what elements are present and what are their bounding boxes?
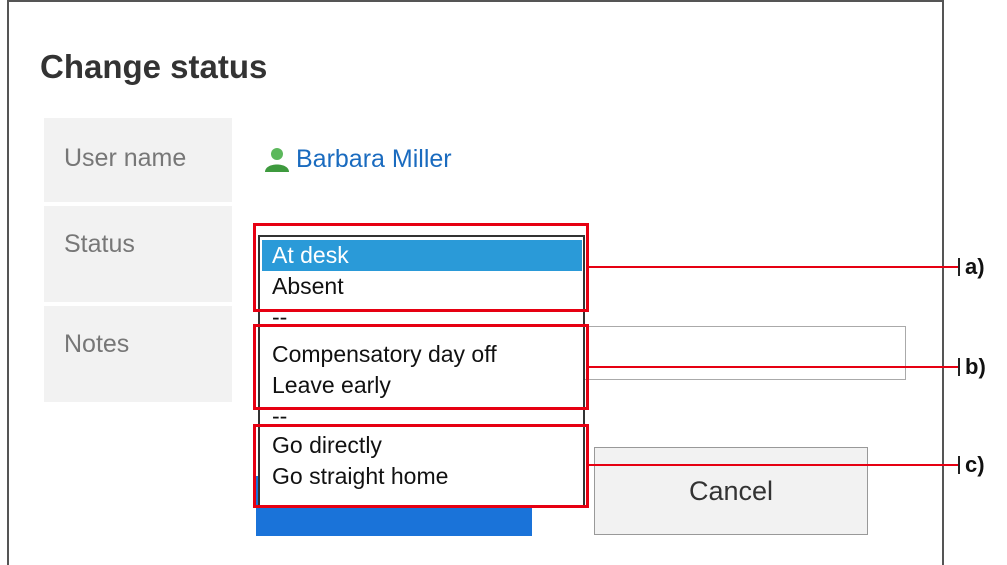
callout-label-c: c): [965, 452, 985, 477]
status-option-go-directly[interactable]: Go directly: [262, 430, 582, 461]
status-dropdown-list[interactable]: At desk Absent -- Compensatory day off L…: [258, 235, 585, 507]
notes-label-cell: Notes: [44, 306, 232, 402]
user-icon: [265, 148, 289, 172]
callout-label-a: a): [965, 254, 985, 279]
status-option-at-desk[interactable]: At desk: [262, 240, 582, 271]
user-name-label-cell: User name: [44, 118, 232, 202]
status-option-separator: --: [272, 403, 288, 429]
callout-tick-c: [958, 456, 960, 474]
callout-tick-a: [958, 258, 960, 276]
status-label-cell: Status: [44, 206, 232, 302]
callout-line-c: [589, 464, 959, 466]
user-name-value: Barbara Miller: [262, 144, 452, 174]
notes-label: Notes: [64, 330, 130, 358]
notes-input[interactable]: [566, 326, 906, 380]
callout-label-b: b): [965, 354, 986, 379]
status-option-leave-early[interactable]: Leave early: [262, 370, 582, 401]
user-name-link[interactable]: Barbara Miller: [296, 145, 452, 174]
status-option-go-straight-home[interactable]: Go straight home: [262, 461, 582, 492]
callout-line-b: [589, 366, 959, 368]
status-option-absent[interactable]: Absent: [262, 271, 582, 302]
dialog-title: Change status: [40, 48, 268, 85]
cancel-button[interactable]: Cancel: [594, 447, 868, 535]
callout-tick-b: [958, 358, 960, 376]
status-option-separator: --: [272, 304, 288, 330]
user-name-label: User name: [64, 144, 187, 172]
status-label: Status: [64, 230, 135, 258]
status-option-compensatory-day-off[interactable]: Compensatory day off: [262, 339, 582, 370]
callout-line-a: [589, 266, 959, 268]
